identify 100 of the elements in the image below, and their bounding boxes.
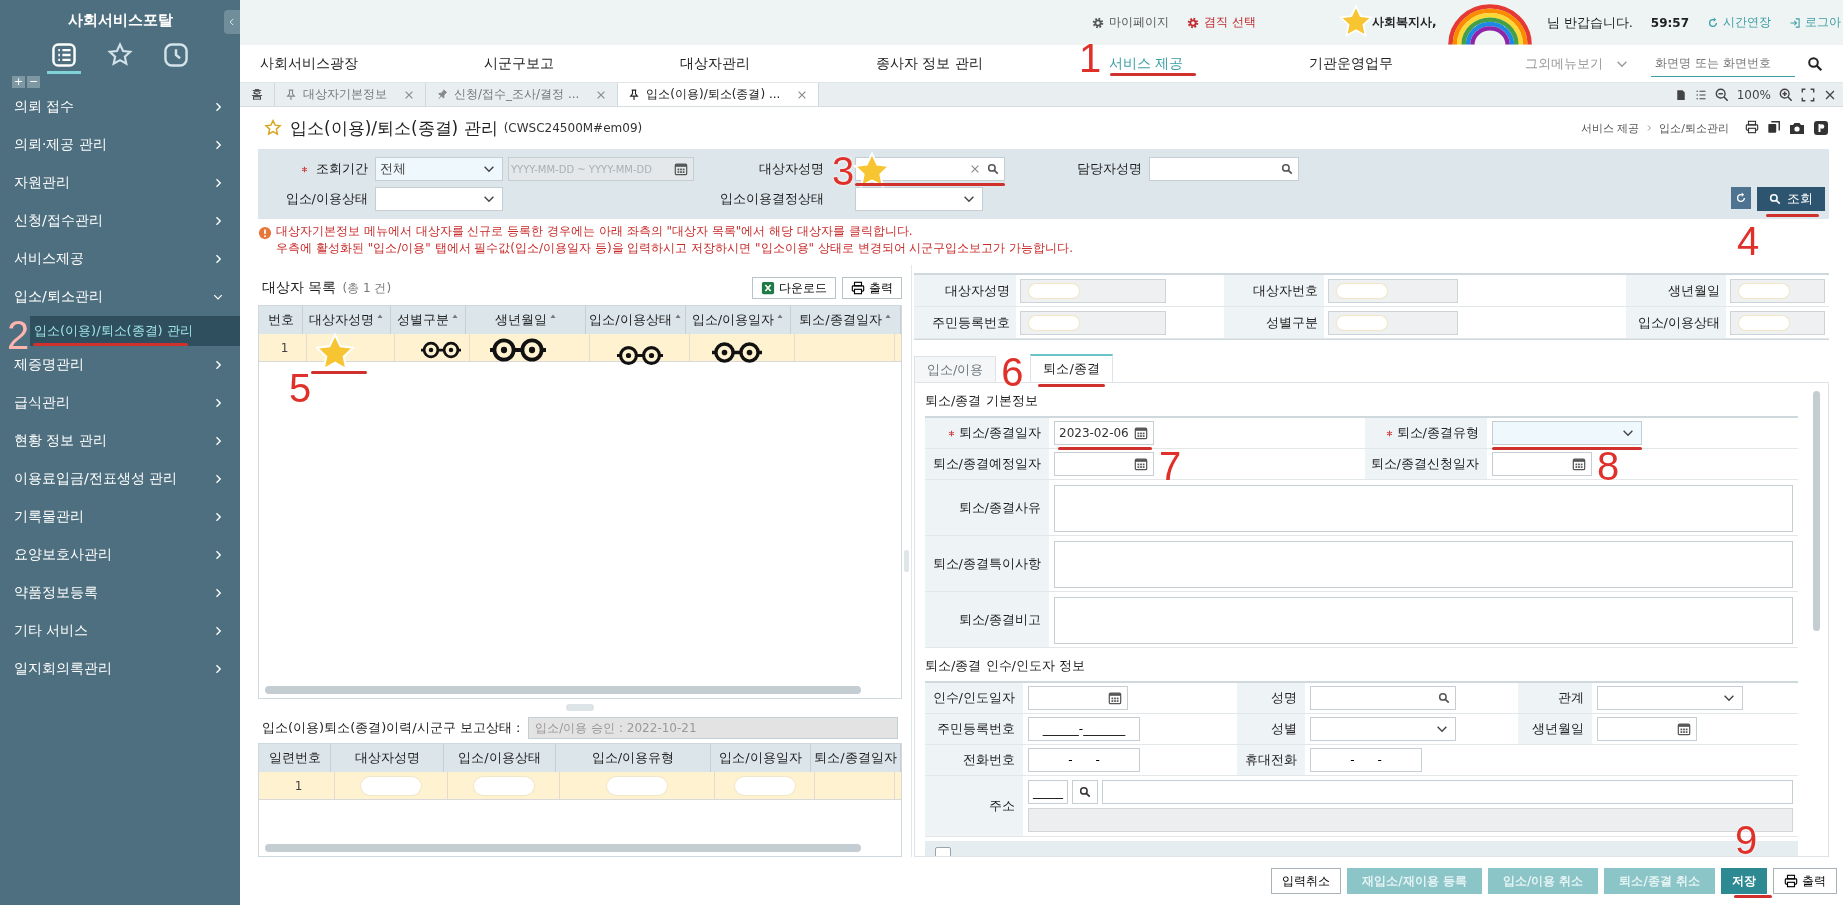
menu-tab[interactable]: 대상자관리 [680, 54, 750, 73]
annotation-number: 5 [288, 368, 312, 408]
screen-search-field[interactable]: 화면명 또는 화면번호 [1651, 50, 1795, 77]
camera-icon[interactable] [1789, 120, 1805, 136]
download-button[interactable]: 다운로드 [752, 277, 836, 299]
page-tab[interactable]: 대상자기본정보 [275, 83, 426, 106]
glasses-sticker-icon [421, 340, 461, 360]
date-field[interactable] [1597, 717, 1697, 741]
zoom-in-icon[interactable] [1779, 87, 1793, 102]
menu-item[interactable]: 기타 서비스 [0, 612, 240, 650]
annotation-underline [1766, 214, 1819, 217]
menu-item[interactable]: 신청/접수관리 [0, 202, 240, 240]
redaction-blot [1739, 283, 1789, 298]
star-sticker-icon [1339, 5, 1373, 37]
sort-icon [883, 312, 892, 320]
form-tab[interactable]: 입소/이용 [914, 356, 997, 382]
field-label: 입소/이용상태 [285, 190, 368, 208]
favorite-star-icon[interactable] [264, 119, 282, 137]
action-button[interactable]: 입력취소 [1271, 868, 1342, 894]
print-icon [851, 281, 865, 295]
menu-item[interactable]: 자원관리 [0, 164, 240, 202]
dropdown[interactable]: 전체 [375, 157, 503, 181]
page-tab[interactable]: 홈 [240, 83, 275, 106]
menu-item[interactable]: 요양보호사관리 [0, 536, 240, 574]
menu-item[interactable]: 현황 정보 관리 [0, 422, 240, 460]
menu-item[interactable]: 급식관리 [0, 384, 240, 422]
field-label: 관계 [1558, 689, 1584, 707]
field-label: 퇴소/종결비고 [958, 610, 1041, 629]
scrollbar[interactable] [265, 844, 861, 852]
page-tab[interactable]: 입소(이용)/퇴소(종결) ... [618, 83, 820, 106]
menu-item[interactable]: 의뢰·제공 관리 [0, 126, 240, 164]
menu-tab[interactable]: 시군구보고 [484, 54, 554, 73]
text-field[interactable]: - - [1028, 748, 1140, 772]
tab-label: 입소(이용)/퇴소(종결) ... [646, 86, 781, 103]
search-field[interactable] [1149, 157, 1299, 181]
table-row[interactable]: 1 [259, 772, 901, 800]
document-icon[interactable] [1674, 88, 1687, 101]
field-label: 퇴소/종결신청일자 [1370, 455, 1479, 473]
date-field[interactable] [1028, 686, 1128, 710]
search-field[interactable] [1310, 686, 1456, 710]
calendar-icon [1572, 457, 1586, 471]
search-icon [1438, 692, 1450, 704]
menu-item[interactable]: 약품정보등록 [0, 574, 240, 612]
date-field[interactable] [1054, 452, 1154, 476]
menu-item[interactable]: 의뢰 접수 [0, 88, 240, 126]
field-label: 생년월일 [1532, 720, 1584, 738]
menu-item[interactable]: 기록물관리 [0, 498, 240, 536]
menu-tab[interactable]: 종사자 정보 관리 [876, 54, 983, 73]
section-title: 퇴소/종결 기본정보 [925, 392, 1039, 410]
annotation-number: 7 [1158, 446, 1182, 486]
search-icon[interactable] [1807, 55, 1823, 72]
menu-tab[interactable]: 기관운영업무 [1309, 54, 1394, 73]
scrollbar[interactable] [265, 686, 861, 694]
annotation-number: 8 [1596, 446, 1620, 486]
scrollbar[interactable] [1813, 391, 1820, 631]
chevron-icon [227, 17, 237, 27]
mypage-link[interactable]: 마이페이지 [1092, 14, 1170, 31]
text-field[interactable]: - - [1310, 748, 1422, 772]
submenu-item[interactable]: 입소(이용)/퇴소(종결) 관리 [30, 316, 240, 346]
menu-item[interactable]: 입소/퇴소관리 [0, 278, 240, 316]
action-button[interactable]: 저장 [1721, 868, 1767, 894]
fullscreen-icon[interactable] [1801, 87, 1815, 102]
splitter-handle[interactable] [904, 550, 909, 572]
date-field[interactable]: 2023-02-06 [1054, 421, 1154, 445]
zoom-out-icon[interactable] [1714, 87, 1729, 102]
menu-item[interactable]: 이용료입금/전표생성 관리 [0, 460, 240, 498]
settings-icon [1092, 16, 1105, 29]
splitter-handle[interactable] [566, 704, 594, 711]
badge-icon[interactable] [1813, 120, 1829, 136]
sort-icon [673, 312, 682, 320]
breadcrumb-item[interactable]: 서비스 제공 [1580, 120, 1640, 136]
field-label: 대상자번호 [1224, 275, 1324, 307]
copy-icon[interactable] [1767, 120, 1781, 134]
menu-tab[interactable]: 사회서비스광장 [260, 54, 358, 73]
address-search-button[interactable] [1072, 780, 1098, 804]
breadcrumb-item[interactable]: 입소/퇴소관리 [1659, 120, 1729, 136]
role-select-link[interactable]: 겸직 선택 [1187, 14, 1256, 31]
view-tab[interactable] [47, 40, 81, 74]
reset-button[interactable] [1731, 187, 1751, 209]
user-name: 사회복지사, [1371, 14, 1437, 31]
menu-item[interactable]: 일지회의록관리 [0, 650, 240, 688]
menu-icon [51, 42, 77, 68]
action-button: 재입소/재이용 등록 [1347, 868, 1482, 894]
calendar-icon [674, 162, 688, 176]
field-label: 퇴소/종결특이사항 [932, 554, 1041, 573]
redaction-blot [1029, 283, 1079, 298]
postal-code-field[interactable]: _____ [1028, 780, 1068, 804]
text-field[interactable]: ______-_______ [1028, 717, 1140, 741]
list-icon[interactable] [1694, 88, 1707, 101]
menu-item[interactable]: 서비스제공 [0, 240, 240, 278]
date-field[interactable] [1492, 452, 1592, 476]
search-button[interactable]: 조회 [1757, 187, 1825, 211]
print-icon[interactable] [1745, 120, 1759, 134]
required-icon [1385, 429, 1393, 437]
action-button[interactable]: 출력 [1773, 868, 1837, 894]
form-tab[interactable]: 퇴소/종결 [1030, 354, 1113, 382]
field-label: 퇴소/종결예정일자 [932, 455, 1041, 473]
address-field[interactable] [1102, 780, 1793, 804]
print-button[interactable]: 출력 [842, 277, 902, 299]
clear-icon[interactable] [969, 163, 981, 175]
